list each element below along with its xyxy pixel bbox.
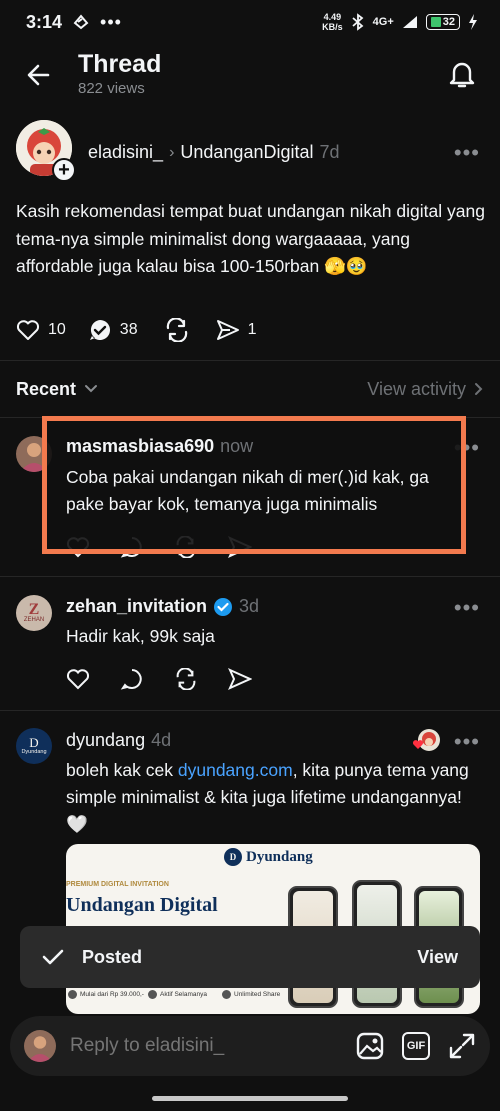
preview-feature: Mulai dari Rp 39.000,- xyxy=(68,990,144,999)
status-time: 3:14 xyxy=(26,11,63,32)
gif-button[interactable]: GIF xyxy=(402,1032,430,1060)
toast-view-button[interactable]: View xyxy=(417,947,458,968)
post-more-button[interactable]: ••• xyxy=(454,142,480,164)
posted-toast: Posted View xyxy=(20,926,480,988)
verified-badge-icon xyxy=(214,597,233,616)
post-text: Kasih rekomendasi tempat buat undangan n… xyxy=(16,201,485,276)
chevron-down-icon xyxy=(85,385,98,393)
post-username[interactable]: eladisini_ xyxy=(88,142,163,163)
comment-icon[interactable] xyxy=(120,667,144,691)
liked-by-author-badge xyxy=(412,729,440,751)
send-icon xyxy=(216,320,239,340)
preview-feature: Unlimited Share xyxy=(222,990,280,999)
reply-time: 4d xyxy=(151,730,172,750)
heart-filled-icon xyxy=(412,740,424,749)
avatar xyxy=(24,1030,56,1062)
share-count: 1 xyxy=(247,321,257,338)
signal-icon xyxy=(402,16,417,28)
reply-header: zehan_invitation 3d xyxy=(66,596,259,617)
avatar-text: Dyundang xyxy=(21,748,47,755)
charging-icon xyxy=(469,14,477,30)
post-time: 7d xyxy=(319,142,340,162)
reply-text: Coba pakai undangan nikah di mer(.)id ka… xyxy=(66,467,429,514)
view-activity-link[interactable]: View activity xyxy=(367,379,484,400)
reply-composer: GIF xyxy=(10,1016,490,1076)
reply-more-button[interactable]: ••• xyxy=(454,597,480,619)
expand-icon[interactable] xyxy=(448,1032,476,1060)
reply-link[interactable]: dyundang.com xyxy=(178,760,293,780)
thread-header: Thread 822 views xyxy=(0,44,500,108)
repost-button[interactable] xyxy=(164,318,190,342)
reply-input[interactable] xyxy=(70,1035,320,1057)
reply-checked-icon xyxy=(89,320,110,340)
net-speed: 4.49 KB/s xyxy=(322,12,343,32)
share-button[interactable]: 1 xyxy=(216,319,257,341)
reply-username[interactable]: masmasbiasa690 xyxy=(66,436,214,457)
reply-more-button[interactable]: ••• xyxy=(454,731,480,753)
image-icon[interactable] xyxy=(356,1032,384,1060)
sort-dropdown[interactable]: Recent xyxy=(16,379,98,400)
chevron-right-icon: › xyxy=(169,143,175,161)
bluetooth-icon xyxy=(352,13,364,31)
reply-header: dyundang 4d xyxy=(66,730,171,751)
preview-logo: D Dyundang xyxy=(224,848,313,866)
reply-username[interactable]: dyundang xyxy=(66,730,145,751)
avatar[interactable]: Z ZEHAN xyxy=(16,595,52,631)
notifications-button[interactable] xyxy=(444,56,480,92)
heart-icon xyxy=(16,320,40,340)
battery-fill xyxy=(430,17,441,27)
like-button[interactable]: 10 xyxy=(16,319,66,341)
sort-bar: Recent View activity xyxy=(0,360,500,418)
reply-text: Hadir kak, 99k saja xyxy=(66,626,215,646)
arrow-left-icon xyxy=(27,64,50,86)
reply-actions xyxy=(66,667,252,691)
reply-count: 38 xyxy=(119,321,138,338)
app-notification-icon xyxy=(73,14,89,30)
check-icon xyxy=(42,949,64,965)
more-notifications-icon: ••• xyxy=(100,11,122,32)
reply-item: Z ZEHAN zehan_invitation 3d ••• Hadir ka… xyxy=(0,577,500,711)
avatar-text: ZEHAN xyxy=(23,616,45,623)
reply-header: masmasbiasa690 now xyxy=(66,436,253,457)
preview-feature: Aktif Selamanya xyxy=(148,990,207,999)
home-indicator[interactable] xyxy=(152,1096,348,1101)
avatar-image xyxy=(24,1030,56,1062)
repost-icon[interactable] xyxy=(174,668,198,690)
chevron-right-icon xyxy=(475,383,483,395)
back-button[interactable] xyxy=(22,58,56,92)
view-count: 822 views xyxy=(78,80,145,97)
reply-text: boleh kak cek dyundang.com, kita punya t… xyxy=(66,760,469,834)
post-community[interactable]: UndanganDigital xyxy=(180,142,313,163)
preview-tagline: PREMIUM DIGITAL INVITATION xyxy=(66,881,169,888)
like-count: 10 xyxy=(48,321,66,338)
page-title: Thread xyxy=(78,50,162,78)
toast-message: Posted xyxy=(82,946,143,967)
repost-icon xyxy=(166,318,187,342)
follow-plus-button[interactable]: + xyxy=(52,158,76,182)
bell-icon xyxy=(449,62,475,88)
post-meta: eladisini_ › UndanganDigital 7d xyxy=(88,142,340,163)
reply-time: 3d xyxy=(239,596,260,616)
avatar[interactable]: D Dyundang xyxy=(16,728,52,764)
send-icon[interactable] xyxy=(228,668,252,690)
preview-heading: Undangan Digital xyxy=(66,894,218,916)
battery-indicator: 32 xyxy=(425,14,460,30)
signal-label: 4G+ xyxy=(372,16,394,28)
main-post: + eladisini_ › UndanganDigital 7d ••• Ka… xyxy=(0,118,500,358)
reply-username[interactable]: zehan_invitation xyxy=(66,596,207,617)
reply-time: now xyxy=(220,436,254,456)
status-bar: 3:14 ••• 4.49 KB/s 4G+ 32 xyxy=(0,0,500,44)
reply-button[interactable]: 38 xyxy=(88,318,138,342)
post-actions: 10 38 1 xyxy=(16,318,257,342)
heart-icon[interactable] xyxy=(66,668,90,690)
